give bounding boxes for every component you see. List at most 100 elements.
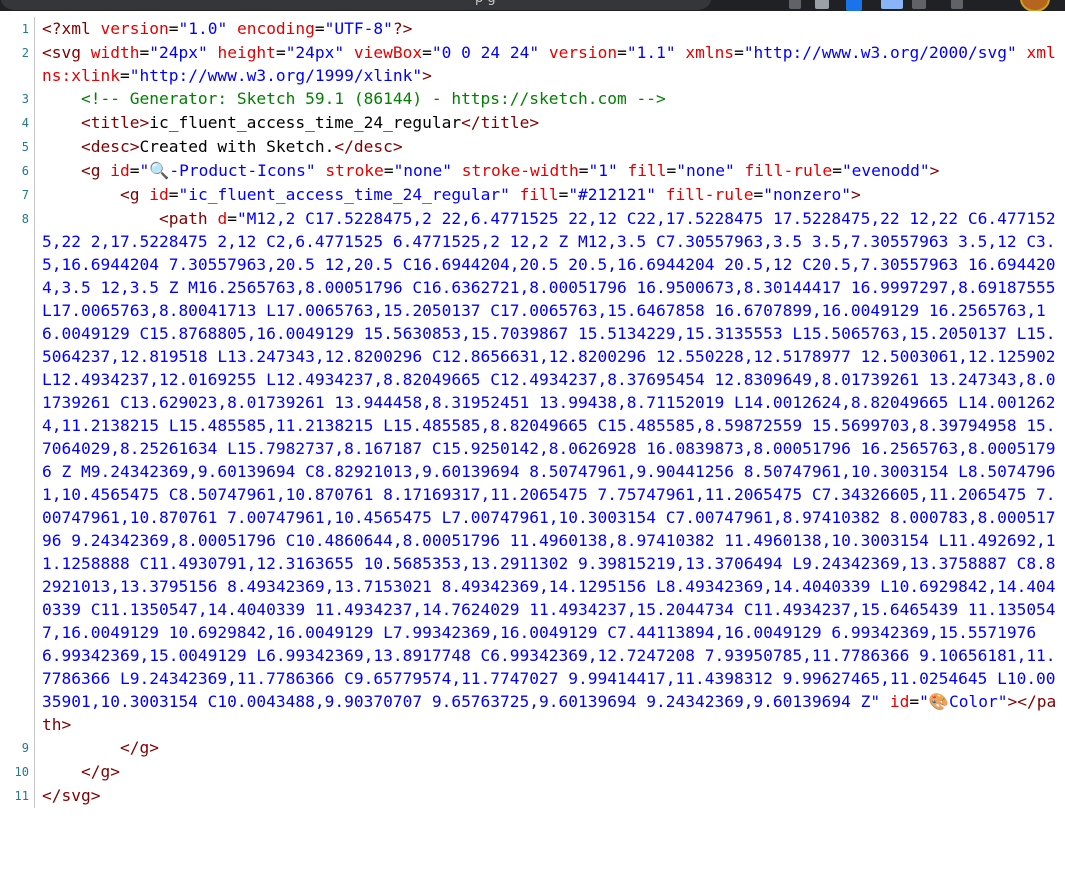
text-token: = (383, 161, 394, 180)
text-token: = (168, 185, 179, 204)
xml-comment-token: <!-- Generator: Sketch 59.1 (86144) - ht… (80, 89, 666, 108)
gutter-divider (34, 207, 35, 736)
xml-tag-token: > (929, 161, 940, 180)
xml-attribute-token: height (217, 43, 276, 62)
xml-attribute-token: version (548, 43, 618, 62)
line-number: 4 (21, 116, 29, 130)
xml-value-token: "1.0" (178, 19, 228, 38)
line-number: 2 (21, 46, 29, 60)
line-number: 10 (14, 765, 29, 779)
xml-attribute-token: id (889, 692, 910, 711)
line-number: 5 (21, 140, 29, 154)
xml-value-token: "24px" (149, 43, 208, 62)
code-line: 9 </g> (0, 736, 1065, 760)
xml-value-token: "🎨Color" (919, 692, 1008, 711)
text-token: = (578, 161, 589, 180)
xml-value-token: "UTF-8" (324, 19, 393, 38)
text-token: = (275, 43, 286, 62)
xml-tag-token: <title> (80, 113, 150, 132)
code-line: 3 <!-- Generator: Sketch 59.1 (86144) - … (0, 87, 1065, 111)
xml-tag-token: </g> (80, 762, 120, 781)
line-number: 6 (21, 164, 29, 178)
gutter-divider (34, 760, 35, 784)
text-token: = (753, 185, 764, 204)
code-text: <path d="M12,2 C17.5228475,2 22,6.477152… (42, 207, 1057, 736)
xml-attribute-token: d (217, 209, 228, 228)
code-text: </svg> (42, 784, 1057, 807)
code-viewer: 1 <?xml version="1.0" encoding="UTF-8"?> 2… (0, 17, 1065, 808)
xml-attribute-token: id (110, 161, 130, 180)
xml-attribute-token: xmlns (685, 43, 735, 62)
line-number: 7 (21, 188, 29, 202)
text-token: = (909, 692, 920, 711)
xml-attribute-token: fill (627, 161, 667, 180)
address-bar-text: p g (475, 0, 496, 6)
extension-icon[interactable] (912, 0, 926, 9)
text-token: ic_fluent_access_time_24_regular (149, 113, 462, 132)
gutter-divider (34, 159, 35, 183)
gutter-divider (34, 41, 35, 87)
gutter-divider (34, 183, 35, 207)
gutter-divider (34, 17, 35, 41)
xml-tag-token: </svg> (42, 786, 101, 805)
code-text: </g> (42, 736, 1057, 759)
xml-tag-token: > (850, 185, 861, 204)
xml-attribute-token: fill (519, 185, 559, 204)
extension-icon[interactable] (951, 0, 963, 9)
profile-avatar-icon[interactable] (1020, 0, 1050, 11)
line-number: 1 (21, 22, 29, 36)
text-token: = (119, 66, 130, 85)
gutter-divider (34, 784, 35, 808)
text-token: Created with Sketch. (139, 137, 335, 156)
line-number: 3 (21, 92, 29, 106)
extension-icon[interactable] (846, 0, 862, 11)
gutter-divider (34, 111, 35, 135)
gutter-divider (34, 87, 35, 111)
xml-value-token: "http://www.w3.org/1999/xlink" (129, 66, 423, 85)
code-line: 6 <g id="🔍-Product-Icons" stroke="none" … (0, 159, 1065, 183)
xml-value-token: "nonzero" (763, 185, 851, 204)
xml-tag-token: ?> (392, 19, 413, 38)
text-token: = (558, 185, 569, 204)
xml-tag-token: </title> (461, 113, 540, 132)
address-bar[interactable] (0, 0, 712, 10)
xml-tag-token: <g (119, 185, 140, 204)
text-token: = (734, 43, 744, 62)
xml-attribute-token: stroke (325, 161, 384, 180)
text-token: = (832, 161, 842, 180)
code-line: 2 <svg width="24px" height="24px" viewBox… (0, 41, 1065, 87)
text-token: = (139, 43, 150, 62)
xml-attribute-token: version (100, 19, 169, 38)
text-token: = (314, 19, 325, 38)
code-line: 8 <path d="M12,2 C17.5228475,2 22,6.4771… (0, 207, 1065, 736)
extension-icon[interactable] (881, 0, 903, 9)
xml-value-token: "none" (393, 161, 453, 180)
code-text: <!-- Generator: Sketch 59.1 (86144) - ht… (42, 87, 1057, 110)
gutter-divider (34, 736, 35, 760)
xml-value-token: "evenodd" (841, 161, 930, 180)
code-text: <svg width="24px" height="24px" viewBox=… (42, 41, 1057, 87)
text-token: = (422, 43, 432, 62)
extension-icon[interactable] (815, 0, 829, 9)
code-text: </g> (42, 760, 1057, 783)
xml-attribute-token: stroke-width (461, 161, 579, 180)
xml-attribute-token: viewBox (353, 43, 423, 62)
xml-value-token: "24px" (285, 43, 345, 62)
extension-icon[interactable] (789, 0, 801, 9)
code-line: 7 <g id="ic_fluent_access_time_24_regula… (0, 183, 1065, 207)
line-number: 8 (21, 212, 29, 226)
code-text: <g id="🔍-Product-Icons" stroke="none" st… (42, 159, 1057, 182)
xml-attribute-token: width (90, 43, 140, 62)
xml-tag-token: <svg (42, 43, 81, 62)
